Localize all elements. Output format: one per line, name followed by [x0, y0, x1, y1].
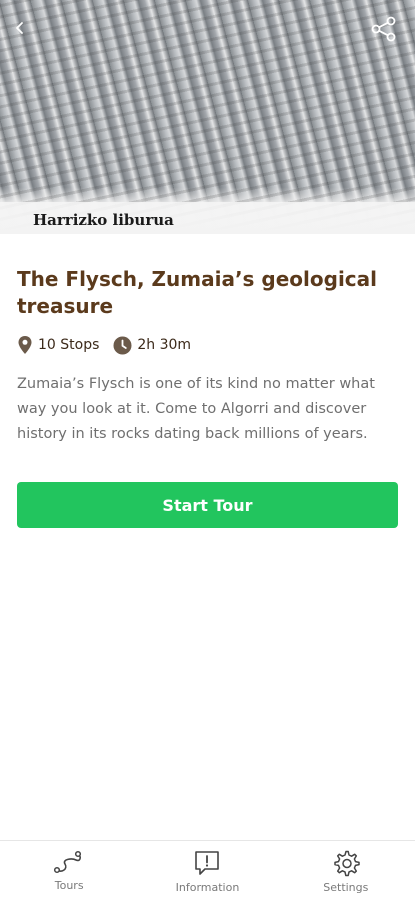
duration-info: 2h 30m — [113, 336, 191, 355]
info-bubble-icon — [195, 851, 220, 875]
bottom-navigation: Tours Information Settings — [0, 840, 415, 900]
tour-title: The Flysch, Zumaia’s geological treasure — [17, 267, 378, 318]
start-tour-button[interactable]: Start Tour — [17, 482, 398, 528]
nav-label-tours: Tours — [54, 879, 84, 892]
nav-label-information: Information — [175, 881, 240, 894]
stops-count: 10 Stops — [38, 337, 100, 353]
nav-item-tours[interactable]: Tours — [0, 841, 138, 900]
nav-label-settings: Settings — [323, 881, 369, 894]
stops-info: 10 Stops — [17, 335, 99, 355]
hero-caption-strip: Harrizko liburua — [0, 202, 415, 234]
location-pin-icon — [18, 336, 32, 354]
share-icon — [371, 16, 396, 42]
hero-caption-text: Harrizko liburua — [33, 211, 174, 229]
gear-icon — [334, 850, 360, 877]
hero-image: Harrizko liburua — [0, 0, 415, 234]
nav-item-information[interactable]: Information — [138, 841, 276, 900]
tour-description: Zumaia’s Flysch is one of its kind no ma… — [17, 376, 375, 442]
share-button[interactable] — [369, 14, 399, 44]
back-button[interactable] — [8, 16, 32, 40]
nav-item-settings[interactable]: Settings — [277, 841, 415, 900]
route-icon — [54, 850, 82, 874]
duration-text: 2h 30m — [137, 337, 192, 353]
chevron-left-icon — [16, 22, 23, 34]
clock-icon — [113, 336, 132, 354]
tour-meta: 10 Stops 2h 30m — [17, 334, 205, 356]
